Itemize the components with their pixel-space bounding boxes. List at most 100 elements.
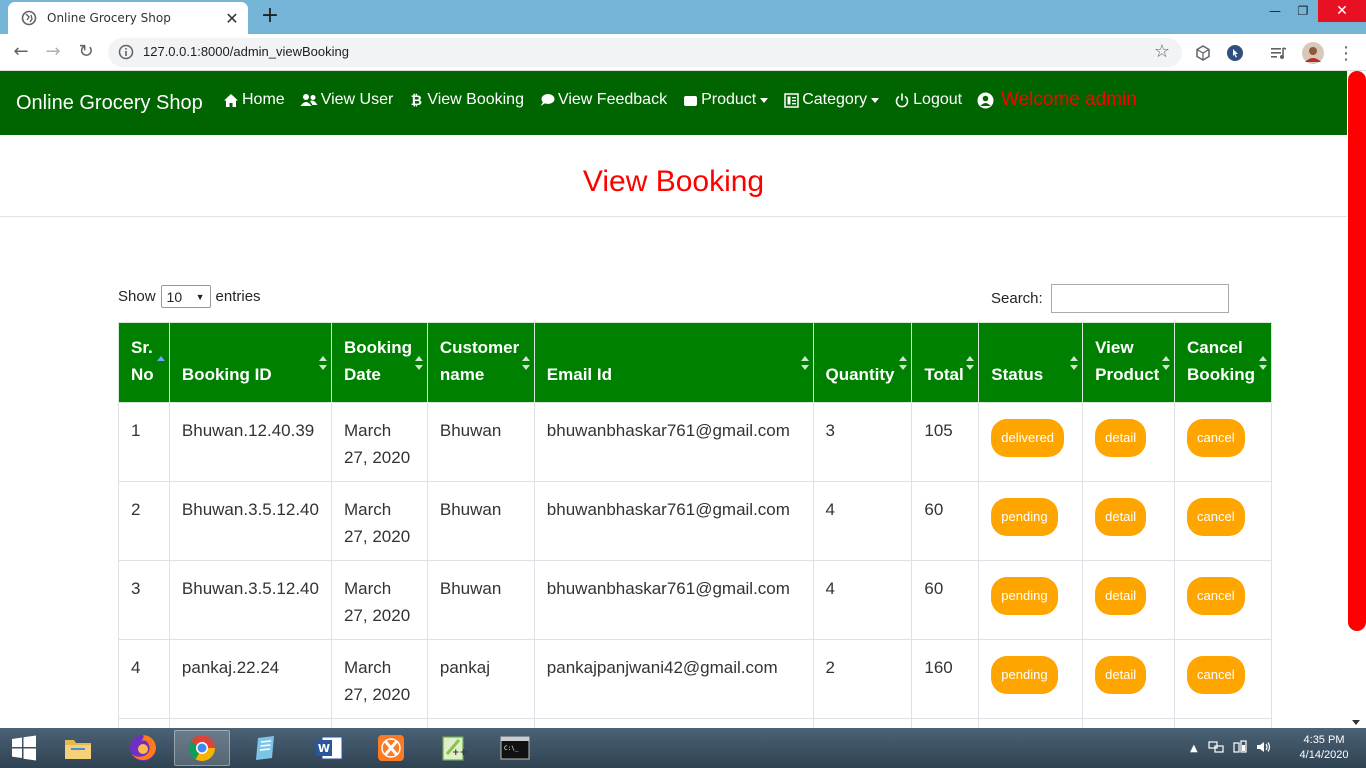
windows-start-icon[interactable]	[0, 730, 48, 766]
search-label: Search:	[991, 290, 1043, 307]
status-button[interactable]: pending	[991, 577, 1058, 615]
detail-button[interactable]: detail	[1095, 498, 1147, 536]
table-header-row: Sr. No Booking ID Booking Date Customer nam…	[118, 322, 1272, 403]
cell-view-product: detail	[1082, 560, 1176, 640]
nav-home-label: Home	[242, 91, 285, 108]
cell-view-product: detail	[1082, 639, 1176, 719]
detail-button[interactable]: detail	[1095, 656, 1147, 694]
cell-booking-id: Bhuwan.3.5.12.40	[168, 481, 332, 561]
firefox-icon[interactable]	[115, 730, 171, 766]
cell-status: pending	[978, 481, 1084, 561]
column-header-booking-id[interactable]: Booking ID	[168, 322, 332, 403]
comments-icon	[539, 93, 555, 107]
cancel-button[interactable]: cancel	[1187, 419, 1245, 457]
column-header-customer-name[interactable]: Customer name	[426, 322, 535, 403]
entries-select[interactable]: 10 ▼	[160, 285, 211, 308]
nav-home[interactable]: Home	[223, 91, 285, 109]
close-tab-icon[interactable]: ✕	[220, 9, 244, 28]
cell-booking-date: March 27, 2020	[330, 560, 428, 640]
cell-sr-no: 4	[118, 639, 170, 719]
nav-category-dropdown[interactable]: Category	[783, 91, 880, 109]
brand-link[interactable]: Online Grocery Shop	[16, 92, 203, 115]
cell-email: bhuwanbhaskar761@gmail.com	[533, 560, 814, 640]
column-header-cancel-booking[interactable]: Cancel Booking	[1174, 322, 1272, 403]
profile-avatar[interactable]	[1302, 42, 1324, 64]
cancel-button[interactable]: cancel	[1187, 656, 1245, 694]
reload-icon[interactable]: ↻	[73, 40, 99, 64]
cell-total: 160	[911, 639, 980, 719]
entries-select-value: 10	[166, 288, 183, 305]
entries-label: entries	[215, 288, 261, 305]
taskbar-clock[interactable]: 4:35 PM 4/14/2020	[1296, 733, 1352, 763]
browser-tab[interactable]: Online Grocery Shop ✕	[8, 2, 248, 34]
chrome-icon[interactable]	[174, 730, 230, 766]
media-queue-icon[interactable]	[1269, 43, 1289, 63]
back-arrow-icon[interactable]: ←	[8, 40, 34, 64]
forward-arrow-icon[interactable]: →	[40, 40, 66, 64]
file-explorer-icon[interactable]	[50, 730, 106, 766]
cell-cancel-booking: cancel	[1174, 481, 1272, 561]
status-button[interactable]: delivered	[991, 419, 1065, 457]
notepad-plus-icon[interactable]: ++	[425, 730, 481, 766]
info-icon[interactable]	[118, 44, 134, 60]
network-icon[interactable]	[1208, 740, 1224, 757]
column-header-booking-date[interactable]: Booking Date	[330, 322, 428, 403]
extension-cursor-icon[interactable]	[1225, 43, 1245, 63]
column-header-view-product[interactable]: View Product	[1082, 322, 1176, 403]
battery-icon[interactable]	[1232, 739, 1248, 757]
search-input[interactable]	[1050, 284, 1229, 313]
scroll-down-arrow-icon[interactable]	[1352, 720, 1360, 725]
site-navbar: Online Grocery Shop Home View User ₿ Vie…	[0, 71, 1347, 135]
nav-view-booking-label: View Booking	[427, 91, 524, 108]
nav-view-feedback[interactable]: View Feedback	[539, 91, 667, 109]
restore-window-button[interactable]: ❐	[1290, 0, 1316, 22]
cell-view-product: detail	[1082, 481, 1176, 561]
address-bar[interactable]: 127.0.0.1:8000/admin_viewBooking ☆	[108, 38, 1182, 67]
globe-icon	[21, 10, 37, 26]
volume-icon[interactable]	[1256, 740, 1272, 757]
detail-button[interactable]: detail	[1095, 419, 1147, 457]
nav-logout[interactable]: Logout	[894, 91, 962, 109]
cell-status: delivered	[978, 402, 1084, 482]
column-header-sr-no[interactable]: Sr. No	[118, 322, 170, 403]
xampp-icon[interactable]	[363, 730, 419, 766]
new-tab-button[interactable]: +	[259, 5, 281, 27]
browser-menu-icon[interactable]: ⋮	[1336, 43, 1356, 64]
bookmark-star-icon[interactable]: ☆	[1154, 41, 1170, 62]
user-circle-icon	[977, 92, 994, 109]
cmd-icon[interactable]: C:\_	[487, 730, 543, 766]
nav-view-booking[interactable]: ₿ View Booking	[408, 91, 524, 109]
svg-text:C:\_: C:\_	[504, 745, 519, 752]
cell-booking-id: Bhuwan.12.40.39	[168, 402, 332, 482]
sort-icon	[1259, 356, 1267, 370]
page-scrollbar[interactable]	[1347, 71, 1366, 728]
power-icon	[894, 93, 910, 108]
column-header-quantity[interactable]: Quantity	[812, 322, 913, 403]
cell-total: 60	[911, 560, 980, 640]
status-button[interactable]: pending	[991, 498, 1058, 536]
table-row: 3 Bhuwan.3.5.12.40 March 27, 2020 Bhuwan …	[118, 560, 1272, 640]
nav-product-dropdown[interactable]: Product	[682, 91, 769, 109]
scrollbar-thumb[interactable]	[1348, 71, 1366, 631]
bitcoin-icon: ₿	[410, 92, 423, 108]
show-hidden-icons-icon[interactable]: ▲	[1190, 743, 1198, 754]
detail-button[interactable]: detail	[1095, 577, 1147, 615]
notes-icon[interactable]	[238, 730, 294, 766]
cell-booking-date: March 27, 2020	[330, 639, 428, 719]
close-window-button[interactable]: ✕	[1318, 0, 1366, 22]
minimize-window-button[interactable]: —	[1262, 0, 1288, 22]
cell-cancel-booking: cancel	[1174, 560, 1272, 640]
cancel-button[interactable]: cancel	[1187, 498, 1245, 536]
cell-booking-date: March 27, 2020	[330, 402, 428, 482]
column-header-total[interactable]: Total	[911, 322, 980, 403]
table-row: 4 pankaj.22.24 March 27, 2020 pankaj pank…	[118, 639, 1272, 719]
cancel-button[interactable]: cancel	[1187, 577, 1245, 615]
word-icon[interactable]: W	[301, 730, 357, 766]
status-button[interactable]: pending	[991, 656, 1058, 694]
nav-view-user[interactable]: View User	[300, 91, 393, 109]
chevron-down-icon	[871, 97, 880, 103]
column-header-status[interactable]: Status	[978, 322, 1084, 403]
clock-date: 4/14/2020	[1299, 749, 1349, 761]
column-header-email-id[interactable]: Email Id	[533, 322, 814, 403]
extension-cube-icon[interactable]	[1193, 43, 1213, 63]
